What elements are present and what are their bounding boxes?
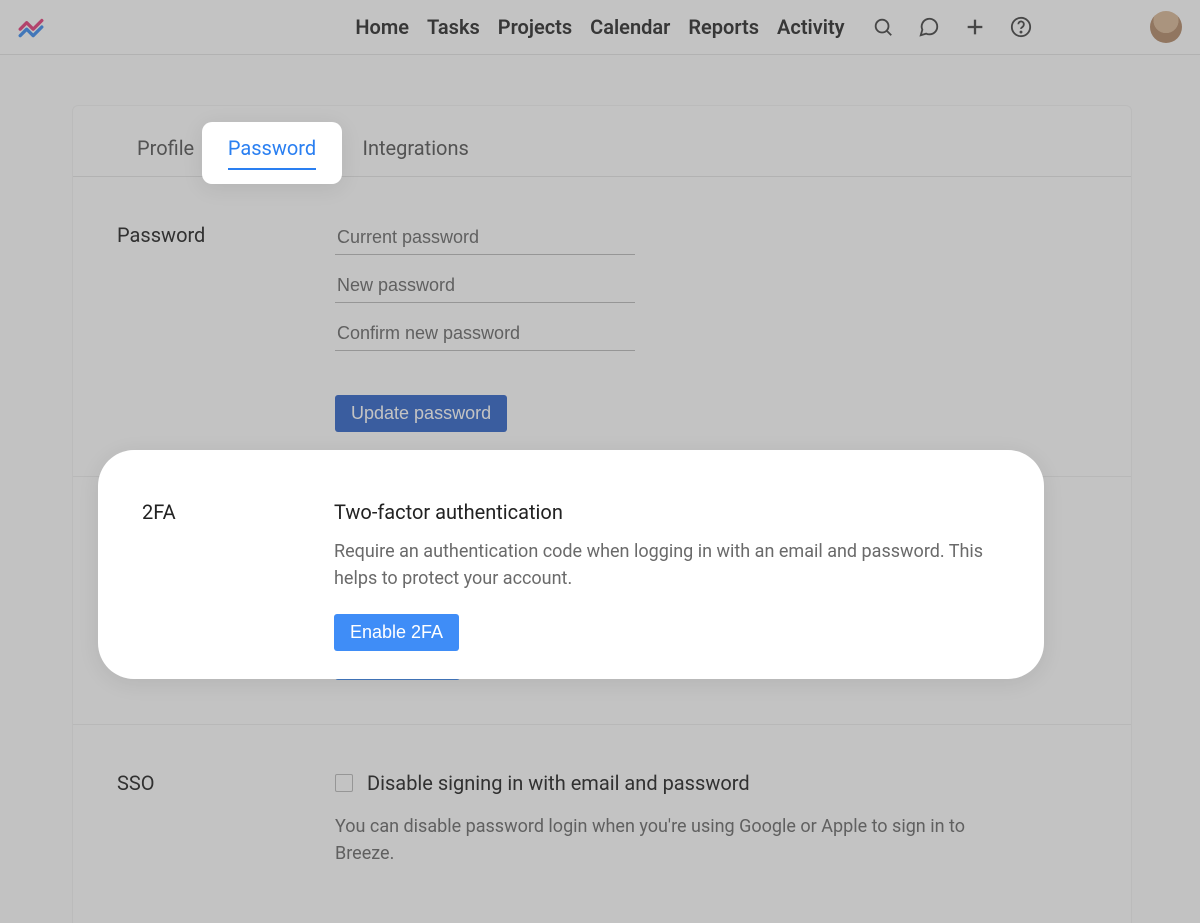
highlight-2fa-section: 2FA Two-factor authentication Require an… <box>98 450 1044 679</box>
update-password-button[interactable]: Update password <box>335 395 507 432</box>
sso-checkbox-label: Disable signing in with email and passwo… <box>367 771 750 795</box>
nav-calendar[interactable]: Calendar <box>590 15 670 39</box>
nav-tasks[interactable]: Tasks <box>427 15 480 39</box>
current-password-input[interactable] <box>335 223 635 255</box>
tab-profile[interactable]: Profile <box>133 126 198 176</box>
new-password-input[interactable] <box>335 271 635 303</box>
app-logo-icon <box>18 14 44 40</box>
section-sso-label: SSO <box>117 771 335 867</box>
top-icons <box>871 11 1182 43</box>
section-password-label: Password <box>117 223 335 432</box>
plus-icon[interactable] <box>963 15 987 39</box>
section-sso: SSO Disable signing in with email and pa… <box>73 725 1131 911</box>
highlight-password-tab: Password <box>202 122 342 184</box>
highlight-tfa-heading: Two-factor authentication <box>334 500 994 524</box>
main-nav: Home Tasks Projects Calendar Reports Act… <box>355 15 844 39</box>
search-icon[interactable] <box>871 15 895 39</box>
confirm-password-input[interactable] <box>335 319 635 351</box>
sso-desc: You can disable password login when you'… <box>335 813 995 867</box>
highlight-enable-2fa-button[interactable]: Enable 2FA <box>334 614 459 651</box>
nav-activity[interactable]: Activity <box>777 15 845 39</box>
section-password: Password Update password <box>73 177 1131 477</box>
top-bar: Home Tasks Projects Calendar Reports Act… <box>0 0 1200 55</box>
sso-disable-checkbox[interactable] <box>335 774 353 792</box>
highlight-2fa-label: 2FA <box>142 500 334 639</box>
highlight-tfa-desc: Require an authentication code when logg… <box>334 538 994 592</box>
nav-home[interactable]: Home <box>355 15 409 39</box>
help-icon[interactable] <box>1009 15 1033 39</box>
nav-projects[interactable]: Projects <box>498 15 572 39</box>
avatar[interactable] <box>1150 11 1182 43</box>
chat-icon[interactable] <box>917 15 941 39</box>
highlight-password-tab-label: Password <box>228 136 316 170</box>
nav-reports[interactable]: Reports <box>688 15 759 39</box>
tab-integrations[interactable]: Integrations <box>359 126 473 176</box>
